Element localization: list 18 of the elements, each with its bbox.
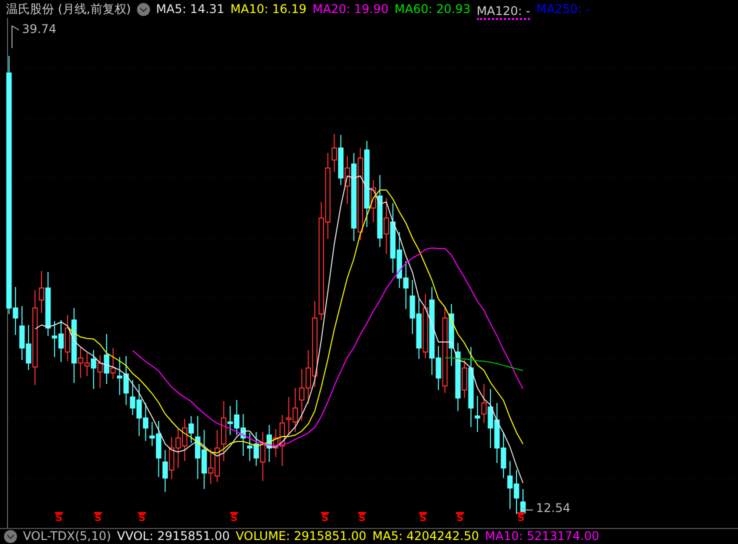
indicator-value: MA250: - — [536, 1, 590, 18]
indicator-value: MA5: 14.31 — [156, 1, 224, 18]
indicator-value: MA20: 19.90 — [312, 1, 389, 18]
leader-line — [522, 508, 534, 510]
chevron-down-icon[interactable] — [137, 2, 150, 16]
indicator-value: MA10: 5213174.00 — [485, 529, 600, 544]
indicator-value: MA10: 16.19 — [230, 1, 306, 18]
indicator-value: MA120: - — [476, 4, 530, 20]
indicator-value: MA60: 20.93 — [394, 1, 471, 18]
chevron-down-icon[interactable] — [4, 530, 17, 543]
indicator-name: VOL-TDX(5,10) — [23, 529, 112, 544]
stock-title: 温氏股份 (月线,前复权) — [6, 1, 131, 18]
high-price-label: 39.74 — [22, 22, 56, 36]
indicator-value: MA5: 4204242.50 — [372, 529, 479, 544]
indicator-value: VVOL: 2915851.00 — [117, 529, 230, 544]
indicator-value: VOLUME: 2915851.00 — [236, 529, 366, 544]
low-price-label: 12.54 — [536, 501, 570, 515]
leader-line — [12, 25, 20, 48]
